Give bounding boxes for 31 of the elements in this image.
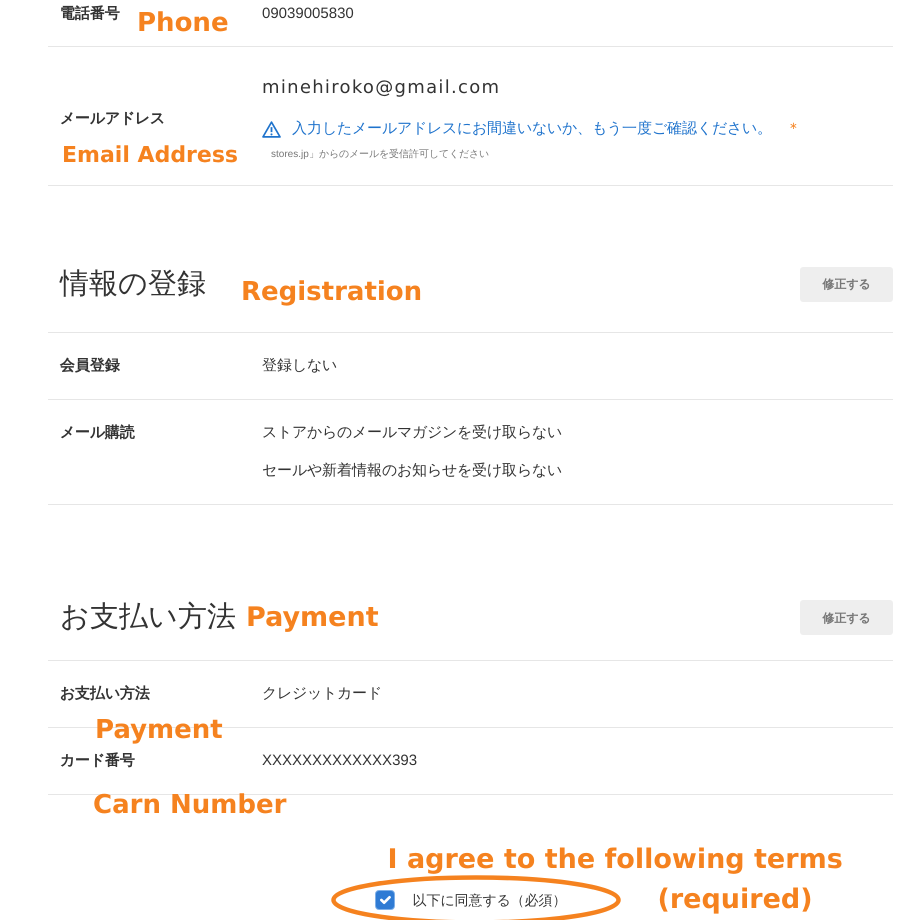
section-heading: お支払い方法	[60, 600, 236, 635]
edit-button[interactable]: 修正する	[800, 266, 893, 302]
warning-message: 入力したメールアドレスにお間違いないか、もう一度ご確認ください。	[292, 119, 772, 139]
field-label: 会員登録	[60, 356, 120, 376]
field-value: 登録しない	[262, 356, 337, 376]
agree-checkbox[interactable]	[374, 890, 394, 910]
annotation-label: Carn Number	[93, 790, 286, 820]
field-value: ストアからのメールマガジンを受け取らない	[262, 423, 562, 443]
annotation-label: Payment	[95, 715, 223, 745]
note-text: stores.jp」からのメールを受信許可してください	[271, 148, 489, 162]
warning-icon	[262, 120, 281, 138]
section-heading: 情報の登録	[60, 266, 206, 302]
annotation-label: I agree to the following terms	[388, 845, 843, 875]
field-value: クレジットカード	[262, 684, 382, 704]
annotation-label: Email Address	[62, 142, 238, 170]
field-label: お支払い方法	[60, 684, 150, 704]
field-label: メール購読	[60, 423, 135, 443]
asterisk-mark: ＊	[786, 119, 801, 139]
email-value: minehiroko@gmail.com	[262, 76, 500, 100]
agree-label: 以下に同意する（必須）	[412, 891, 566, 910]
annotation-label: Registration	[241, 277, 422, 307]
field-value: XXXXXXXXXXXXX393	[262, 751, 418, 771]
field-value: 09039005830	[262, 4, 354, 24]
field-label: メールアドレス	[60, 109, 165, 129]
field-label: 電話番号	[60, 4, 120, 24]
edit-button[interactable]: 修正する	[800, 600, 893, 635]
annotation-label: (required)	[658, 885, 813, 915]
field-label: カード番号	[60, 751, 135, 771]
annotation-label: Phone	[137, 8, 229, 38]
annotation-label: Payment	[246, 602, 379, 632]
field-value: セールや新着情報のお知らせを受け取らない	[262, 461, 562, 481]
